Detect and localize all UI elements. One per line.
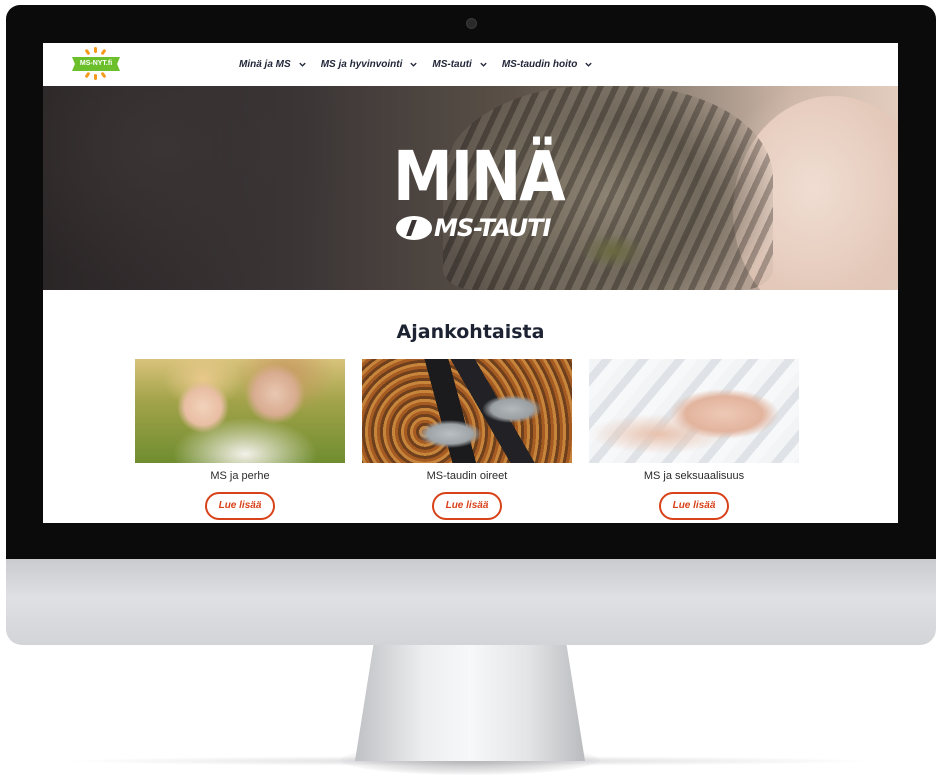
logo-ray-icon: [94, 47, 97, 53]
logo-ray-icon: [100, 71, 107, 79]
navbar: MS-NYT.fi Minä ja MS MS ja hyvinvointi M…: [43, 43, 898, 86]
nav-item-label: MS-tauti: [432, 59, 472, 70]
news-section-title: Ajankohtaista: [396, 321, 545, 343]
hero-title: MINÄ: [393, 136, 566, 218]
read-more-button[interactable]: Lue lisää: [659, 492, 729, 520]
chevron-down-icon: [299, 62, 306, 67]
monitor-chin: [6, 559, 936, 645]
camera-dot: [466, 18, 477, 29]
news-card: MS-taudin oireet Lue lisää: [362, 359, 572, 520]
logo-ray-icon: [84, 71, 91, 79]
website-screen: MS-NYT.fi Minä ja MS MS ja hyvinvointi M…: [43, 43, 898, 523]
hero-subtitle-text: MS-TAUTI: [434, 214, 551, 242]
nav-item-label: Minä ja MS: [239, 59, 291, 70]
nav-item-label: MS-taudin hoito: [501, 59, 578, 70]
chevron-down-icon: [410, 62, 418, 67]
not-equal-icon: [396, 216, 432, 240]
card-image-feet[interactable]: [362, 359, 572, 463]
nav-item-label: MS ja hyvinvointi: [320, 59, 403, 70]
read-more-button[interactable]: Lue lisää: [205, 492, 275, 520]
news-card: MS ja perhe Lue lisää: [135, 359, 345, 520]
hero-subtitle: MS-TAUTI: [396, 213, 551, 243]
chevron-down-icon: [480, 62, 487, 67]
chevron-down-icon: [585, 62, 593, 67]
main-nav: Minä ja MS MS ja hyvinvointi MS-tauti MS…: [239, 43, 593, 86]
site-logo[interactable]: MS-NYT.fi: [72, 47, 122, 81]
nav-item-mina-ja-ms[interactable]: Minä ja MS: [239, 59, 307, 70]
logo-badge: MS-NYT.fi: [72, 57, 120, 71]
nav-item-ms-tauti[interactable]: MS-tauti: [432, 59, 487, 70]
read-more-button[interactable]: Lue lisää: [432, 492, 502, 520]
nav-item-ms-ja-hyvinvointi[interactable]: MS ja hyvinvointi: [321, 59, 419, 70]
logo-ray-icon: [100, 48, 107, 56]
logo-ray-icon: [84, 48, 91, 56]
logo-ray-icon: [94, 74, 97, 80]
nav-item-ms-taudin-hoito[interactable]: MS-taudin hoito: [502, 59, 594, 70]
hero-banner: MINÄ MS-TAUTI: [43, 86, 898, 290]
card-title[interactable]: MS ja perhe: [135, 470, 345, 482]
card-title[interactable]: MS ja seksuaalisuus: [589, 470, 799, 482]
card-image-family[interactable]: [135, 359, 345, 463]
card-title[interactable]: MS-taudin oireet: [362, 470, 572, 482]
news-card: MS ja seksuaalisuus Lue lisää: [589, 359, 799, 520]
card-image-hand[interactable]: [589, 359, 799, 463]
monitor-stand: [355, 645, 585, 761]
